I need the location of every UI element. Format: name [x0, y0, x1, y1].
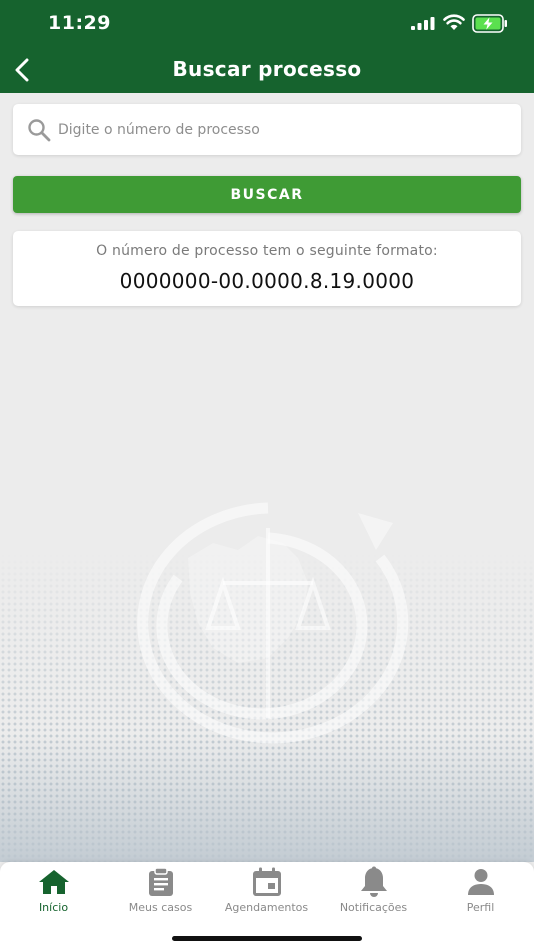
search-icon: [28, 119, 51, 142]
format-caption: O número de processo tem o seguinte form…: [96, 243, 438, 259]
tab-notificacoes[interactable]: Notificações: [320, 862, 427, 922]
page-title: Buscar processo: [172, 57, 362, 81]
wifi-icon: [443, 14, 465, 30]
status-bar: 11:29: [0, 0, 534, 48]
cellular-signal-icon: [411, 17, 435, 30]
app-header: 11:29 Buscar processo: [0, 0, 534, 93]
person-icon: [467, 869, 494, 895]
home-indicator[interactable]: [172, 936, 362, 941]
tab-label: Agendamentos: [224, 901, 309, 914]
background-gradient: [0, 733, 534, 862]
bell-icon: [360, 866, 387, 897]
tab-perfil[interactable]: Perfil: [427, 862, 534, 922]
navigation-bar: Buscar processo: [0, 48, 534, 93]
clipboard-icon: [148, 867, 173, 896]
tab-label: Notificações: [339, 901, 408, 914]
tab-label: Perfil: [466, 901, 495, 914]
process-number-input[interactable]: [58, 104, 508, 155]
search-button[interactable]: BUSCAR: [13, 176, 521, 213]
tab-agendamentos[interactable]: Agendamentos: [213, 862, 320, 922]
tab-label: Início: [38, 901, 69, 914]
format-pattern: 0000000-00.0000.8.19.0000: [119, 269, 415, 293]
battery-charging-icon: [472, 14, 507, 33]
format-info-card: O número de processo tem o seguinte form…: [13, 231, 521, 306]
tab-meus-casos[interactable]: Meus casos: [107, 862, 214, 922]
home-icon: [38, 870, 69, 894]
tab-label: Meus casos: [128, 901, 193, 914]
court-emblem-watermark-icon: [137, 502, 409, 744]
calendar-icon: [252, 867, 281, 896]
search-field[interactable]: [13, 104, 521, 155]
main-content: BUSCAR O número de processo tem o seguin…: [0, 93, 534, 862]
status-time: 11:29: [48, 12, 111, 34]
tab-inicio[interactable]: Início: [0, 862, 107, 922]
